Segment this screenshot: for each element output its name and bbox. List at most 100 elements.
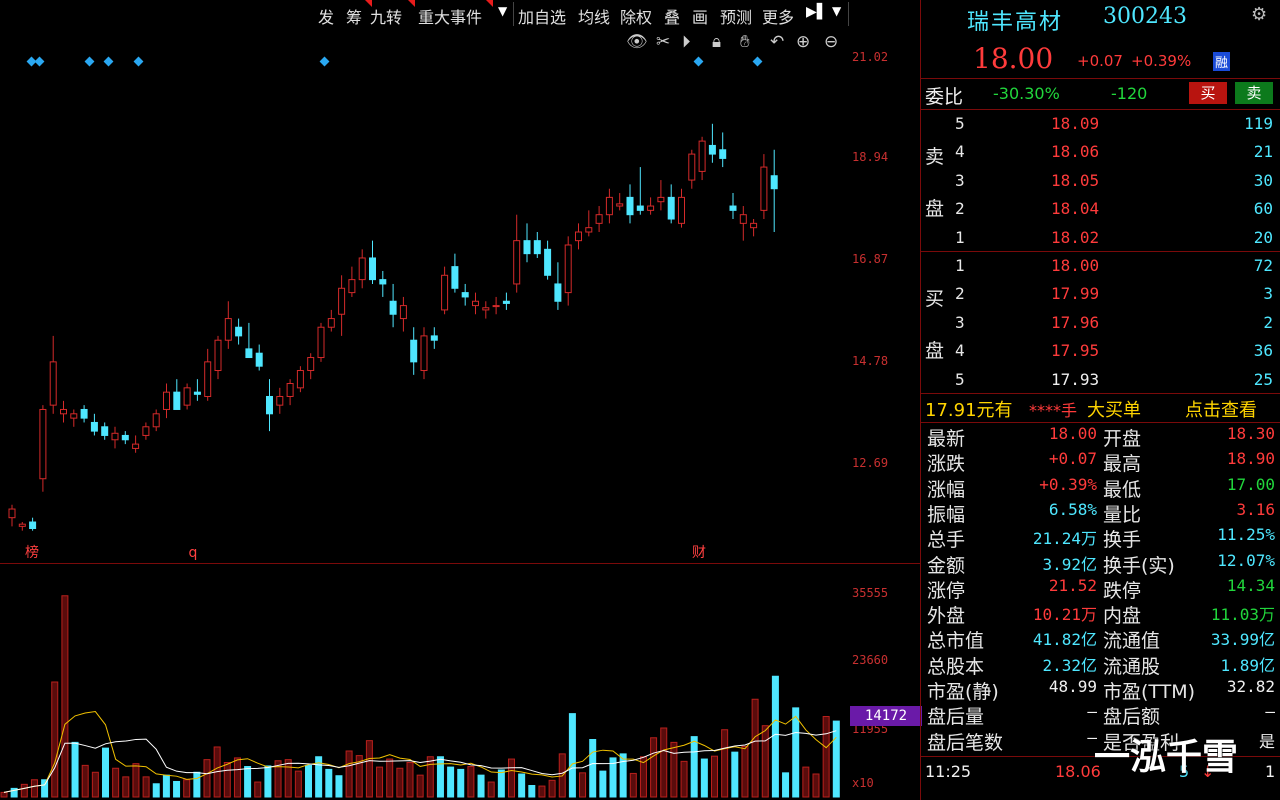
volume-bar[interactable] [284,759,292,798]
candle[interactable] [39,408,47,480]
candle[interactable] [616,203,624,207]
volume-bar[interactable] [203,759,211,798]
chevron-down-icon[interactable]: ▼ [832,4,841,18]
volume-bar[interactable] [365,740,373,798]
candle[interactable] [750,222,758,229]
volume-bar[interactable] [487,781,495,798]
candle[interactable] [441,274,449,311]
volume-bar[interactable] [91,771,99,798]
volume-bar[interactable] [447,766,455,798]
volume-bar[interactable] [325,768,333,798]
volume-bar[interactable] [629,772,637,798]
big-order-link[interactable]: 点击查看 [1185,396,1257,422]
tb-ma[interactable]: 均线 [578,4,610,28]
volume-chart[interactable] [0,565,848,800]
candle[interactable] [636,205,644,211]
volume-bar[interactable] [152,783,160,798]
candle[interactable] [379,279,387,285]
volume-bar[interactable] [233,757,241,798]
candle[interactable] [657,196,665,203]
candle[interactable] [266,395,273,415]
candle[interactable] [276,395,284,406]
event-marker[interactable] [693,56,704,67]
volume-bar[interactable] [162,774,170,798]
play-right-icon[interactable]: ▶▌ [806,4,828,20]
candle[interactable] [317,326,325,359]
volume-bar[interactable] [792,707,800,798]
volume-bar[interactable] [721,729,729,798]
volume-bar[interactable] [30,779,38,798]
tb-overlay[interactable]: 叠 [664,4,680,28]
event-marker[interactable] [133,56,144,67]
candle[interactable] [29,521,37,530]
candle[interactable] [513,240,521,285]
ask-price[interactable]: 18.04 [1051,199,1099,218]
ask-price[interactable]: 18.02 [1051,228,1099,247]
bid-price[interactable]: 17.95 [1051,341,1099,360]
candle[interactable] [678,196,685,224]
volume-bar[interactable] [61,595,69,798]
volume-bar[interactable] [660,727,668,798]
volume-bar[interactable] [690,736,698,798]
big-order-banner[interactable]: 17.91元有 ****手 大买单 点击查看 [921,396,1280,422]
volume-bar[interactable] [457,768,465,798]
candle[interactable] [358,257,366,281]
candle[interactable] [410,339,418,363]
candle[interactable] [152,413,160,428]
volume-bar[interactable] [782,772,790,798]
volume-bar[interactable] [223,762,231,798]
tb-fa[interactable]: 发 [318,4,334,28]
volume-bar[interactable] [751,698,759,798]
volume-bar[interactable] [345,750,353,798]
volume-bar[interactable] [711,755,718,798]
volume-bar[interactable] [244,766,252,798]
candle[interactable] [70,413,78,419]
volume-bar[interactable] [568,713,576,798]
candle[interactable] [688,153,696,181]
tb-major-events[interactable]: 重大事件 [418,4,482,28]
bid-price[interactable]: 17.99 [1051,284,1099,303]
candle[interactable] [667,196,675,220]
volume-bar[interactable] [589,739,597,798]
volume-bar[interactable] [71,741,79,798]
tb-chou[interactable]: 筹 [346,4,362,28]
volume-bar[interactable] [173,780,181,798]
candle[interactable] [173,391,181,410]
volume-bar[interactable] [650,737,658,798]
candle[interactable] [564,244,572,294]
bid-price[interactable]: 18.00 [1051,256,1099,275]
volume-bar[interactable] [670,741,678,798]
candle[interactable] [575,231,582,242]
event-marker[interactable] [103,56,114,67]
volume-bar[interactable] [112,767,120,798]
candle[interactable] [101,426,109,436]
volume-bar[interactable] [508,758,515,798]
tb-more[interactable]: 更多 [762,4,794,28]
candle[interactable] [399,305,407,320]
candle[interactable] [132,443,140,449]
candle[interactable] [461,292,469,298]
volume-bar[interactable] [264,765,272,798]
candle[interactable] [224,318,232,341]
candle[interactable] [605,196,613,216]
volume-bar[interactable] [376,766,384,798]
candle[interactable] [348,279,356,294]
volume-bar[interactable] [0,791,8,798]
candle[interactable] [719,149,727,159]
chevron-down-icon[interactable]: ▼ [498,4,507,18]
ask-price[interactable]: 18.06 [1051,142,1099,161]
volume-bar[interactable] [497,769,505,798]
sell-button[interactable]: 卖 [1235,82,1273,104]
volume-bar[interactable] [51,681,59,798]
volume-bar[interactable] [599,770,607,798]
event-marker[interactable] [319,56,330,67]
volume-bar[interactable] [396,767,404,798]
candle[interactable] [204,361,212,397]
volume-bar[interactable] [254,781,262,798]
candle[interactable] [554,283,562,302]
volume-bar[interactable] [619,753,627,798]
candle[interactable] [296,370,304,389]
bid-price[interactable]: 17.93 [1051,370,1099,389]
event-marker[interactable] [84,56,95,67]
volume-bar[interactable] [477,774,485,798]
